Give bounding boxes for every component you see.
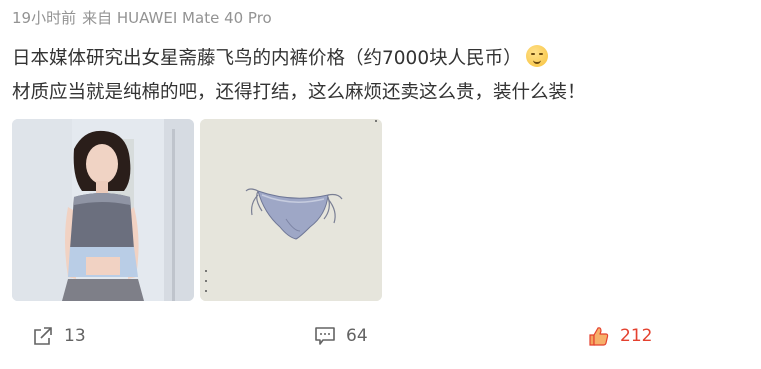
post-text-line-2: 材质应当就是纯棉的吧，还得打结，这么麻烦还卖这么贵，装什么装！ xyxy=(12,82,586,103)
post-image-2[interactable] xyxy=(200,119,382,301)
like-count: 212 xyxy=(620,326,653,346)
share-button[interactable]: 13 xyxy=(32,325,86,347)
post-meta: 19小时前 来自 HUAWEI Mate 40 Pro xyxy=(12,7,272,28)
share-count: 13 xyxy=(64,326,86,346)
share-icon xyxy=(34,327,52,345)
post-content: 日本媒体研究出女星斋藤飞鸟的内裤价格（约7000块人民币） 材质应当就是纯棉的吧… xyxy=(12,42,742,110)
comment-icon xyxy=(315,327,335,345)
comment-count: 64 xyxy=(346,326,368,346)
post-source: 来自 HUAWEI Mate 40 Pro xyxy=(82,9,272,27)
comment-button[interactable]: 64 xyxy=(314,325,368,347)
like-button[interactable]: 212 xyxy=(588,325,652,347)
thumbs-up-icon xyxy=(589,327,609,346)
shushing-face-icon xyxy=(525,45,548,67)
person-photo-icon xyxy=(12,119,194,301)
post-image-1[interactable] xyxy=(12,119,194,301)
post-text-line-1: 日本媒体研究出女星斋藤飞鸟的内裤价格（约7000块人民币） xyxy=(12,42,742,76)
post-actions: 13 64 212 xyxy=(0,325,761,357)
post-time[interactable]: 19小时前 xyxy=(12,9,76,27)
post-images xyxy=(12,119,382,301)
product-photo-icon xyxy=(200,119,382,301)
